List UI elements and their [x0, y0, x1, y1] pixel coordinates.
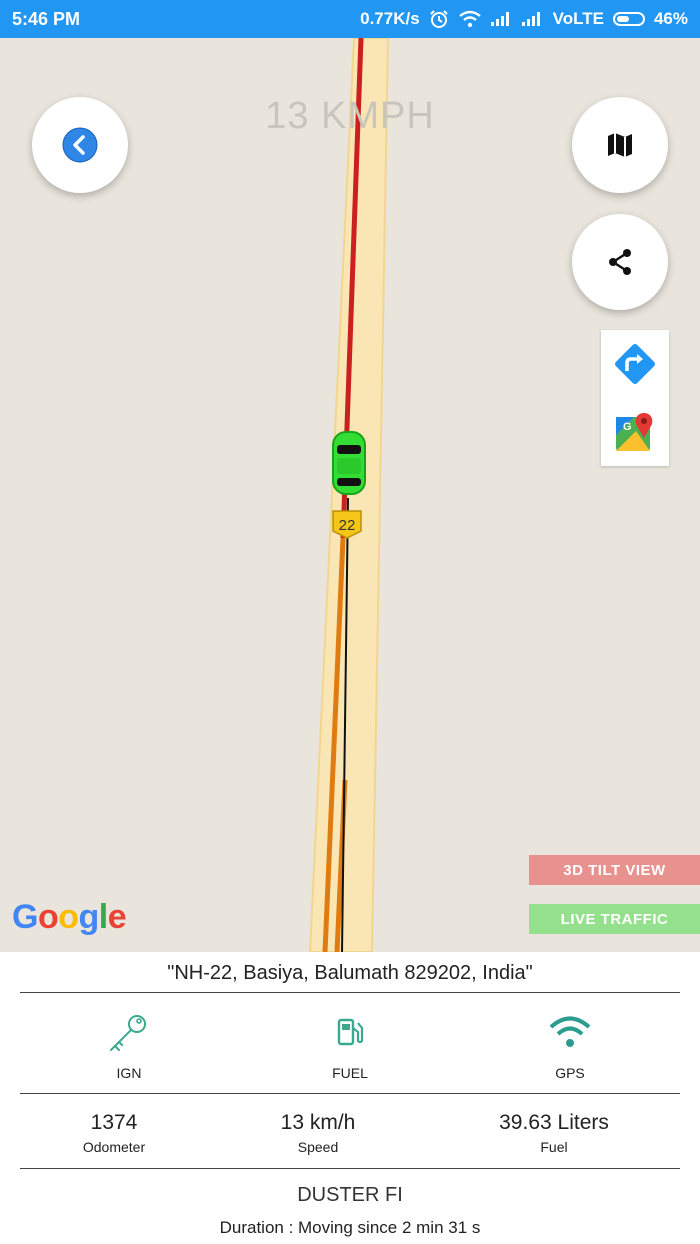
wifi-status-icon: [458, 10, 481, 28]
odometer-reading: 1374 Odometer: [4, 1111, 224, 1155]
map-type-button[interactable]: [572, 97, 668, 193]
google-logo: Google: [12, 898, 127, 936]
share-icon: [609, 249, 631, 275]
fuel-value: 39.63 Liters: [499, 1111, 609, 1134]
tilt-view-button[interactable]: 3D TILT VIEW: [529, 855, 700, 885]
speed-reading: 13 km/h Speed: [208, 1111, 428, 1155]
speed-value: 13 km/h: [280, 1111, 356, 1134]
google-maps-icon: G: [616, 413, 653, 451]
status-indicators: 0.77K/s VoLTE 46%: [360, 9, 688, 29]
signal-icon: [490, 12, 513, 26]
vehicle-details-panel: "NH-22, Basiya, Balumath 829202, India" …: [0, 952, 700, 1244]
address-text: "NH-22, Basiya, Balumath 829202, India": [167, 962, 533, 984]
ignition-status: IGN: [39, 1010, 219, 1081]
fuel-icon: [337, 1018, 364, 1046]
status-bar: 5:46 PM 0.77K/s VoLTE 46%: [0, 0, 700, 38]
vehicle-name: DUSTER FI: [297, 1184, 403, 1206]
svg-text:G: G: [623, 421, 632, 433]
divider: [20, 992, 680, 993]
gps-status: GPS: [480, 1010, 660, 1081]
divider: [20, 1168, 680, 1169]
fuel-caption: Fuel: [540, 1139, 568, 1155]
battery-level: 46%: [653, 9, 688, 28]
map-icon: [608, 133, 632, 157]
back-button[interactable]: [32, 97, 128, 193]
wifi-icon: [549, 1016, 591, 1047]
fuel-status: FUEL: [260, 1010, 440, 1081]
directions-icon: [615, 344, 655, 384]
odometer-value: 1374: [90, 1111, 138, 1134]
network-speed: 0.77K/s: [360, 9, 420, 28]
directions-button[interactable]: [601, 330, 669, 398]
car-icon: [332, 431, 366, 495]
alarm-icon: [429, 10, 448, 28]
ignition-label: IGN: [116, 1065, 142, 1081]
odometer-caption: Odometer: [82, 1139, 146, 1155]
fuel-reading: 39.63 Liters Fuel: [444, 1111, 664, 1155]
share-button[interactable]: [572, 214, 668, 310]
live-traffic-button[interactable]: LIVE TRAFFIC: [529, 904, 700, 934]
navigation-toolbar: G: [601, 330, 669, 466]
status-time: 5:46 PM: [12, 9, 81, 29]
divider: [20, 1093, 680, 1094]
gps-label: GPS: [555, 1065, 585, 1081]
signal-icon-2: [521, 12, 544, 26]
google-maps-button[interactable]: G: [601, 398, 669, 466]
movement-duration: Duration : Moving since 2 min 31 s: [219, 1218, 481, 1237]
chevron-left-icon: [62, 127, 98, 163]
speed-caption: Speed: [297, 1139, 339, 1155]
map-view[interactable]: 22 13 KMPH G 3D TILT VIEW LIVE TRAFFIC G…: [0, 38, 700, 952]
fuel-label: FUEL: [332, 1065, 368, 1081]
battery-icon: [612, 12, 645, 26]
key-icon: [110, 1015, 146, 1051]
road-shield-label: 22: [339, 517, 356, 534]
network-type: VoLTE: [552, 9, 604, 28]
